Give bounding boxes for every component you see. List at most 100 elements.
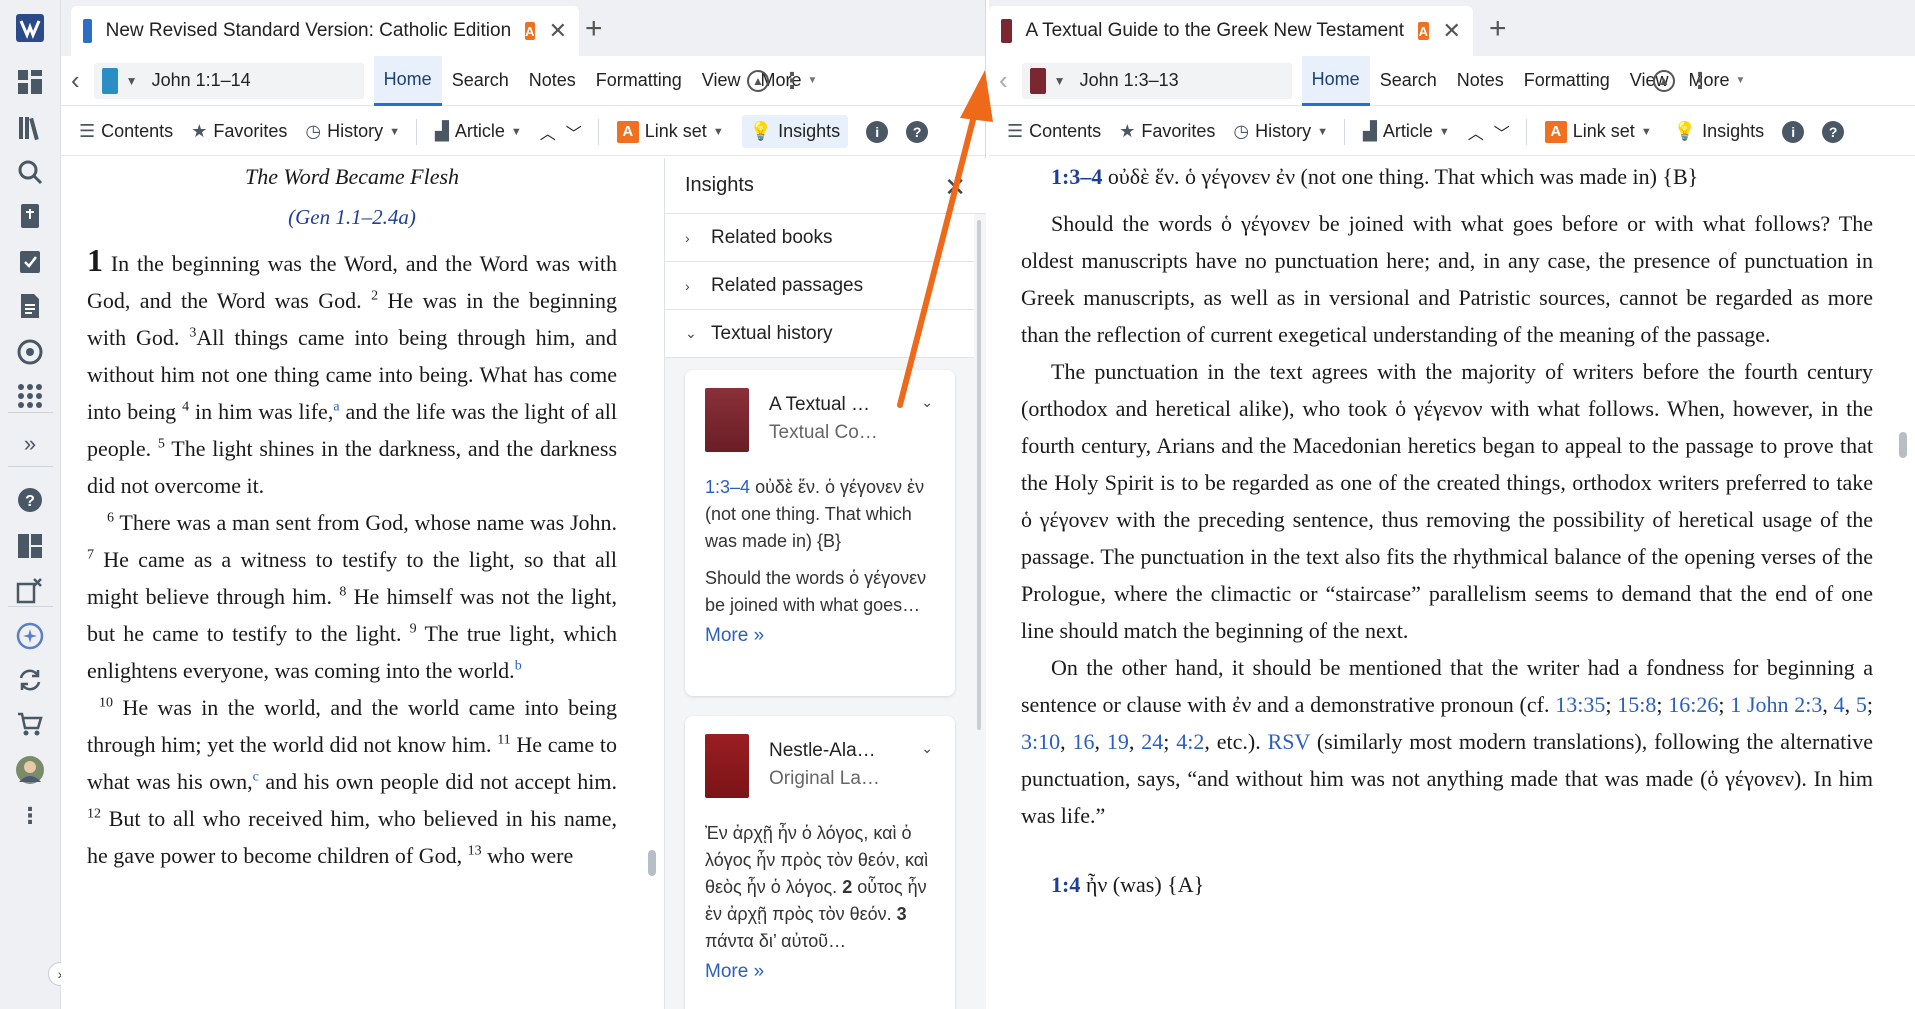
textual-history-section[interactable]: ⌄ Textual history <box>665 310 974 358</box>
tab-textual-guide[interactable]: A Textual Guide to the Greek New Testame… <box>989 6 1473 56</box>
contents-button[interactable]: ☰ Contents <box>1007 121 1101 142</box>
contents-button[interactable]: ☰ Contents <box>79 121 173 142</box>
help-icon[interactable]: ? <box>906 120 929 143</box>
expand-icon[interactable]: » <box>14 428 46 460</box>
ai-icon[interactable] <box>14 620 46 652</box>
history-button[interactable]: ◷ History ▼ <box>1233 121 1328 142</box>
scripture-link[interactable]: 15:8 <box>1617 692 1656 717</box>
chevron-down-icon[interactable]: ⌄ <box>921 740 933 757</box>
footnote-marker[interactable]: b <box>515 659 522 674</box>
chevron-down-icon[interactable]: ⌄ <box>921 394 933 411</box>
cross-reference-link[interactable]: (Gen 1.1–2.4a) <box>87 199 617 236</box>
insights-button[interactable]: 💡 Insights <box>1674 121 1764 142</box>
cart-icon[interactable] <box>14 708 46 740</box>
panel-menu-icon[interactable]: ⋮ <box>1689 68 1711 94</box>
scripture-link[interactable]: 13:35 <box>1555 692 1605 717</box>
link-set-button[interactable]: A Link set ▼ <box>1544 120 1652 143</box>
close-tab-icon[interactable]: ✕ <box>1443 18 1461 44</box>
panel-menu-icon[interactable]: ⋮ <box>781 68 803 94</box>
logo-icon[interactable] <box>14 12 46 44</box>
card-reference-link[interactable]: 1:3–4 <box>705 477 750 497</box>
more-vertical-icon[interactable]: ⋮ <box>14 800 46 832</box>
related-passages-section[interactable]: › Related passages <box>665 262 974 310</box>
lemma-reference[interactable]: 1:4 <box>1051 872 1080 897</box>
footnote-marker[interactable]: c <box>253 770 259 785</box>
sync-icon[interactable] <box>14 664 46 696</box>
scripture-link[interactable]: 3:10 <box>1021 729 1060 754</box>
history-button[interactable]: ◷ History ▼ <box>305 121 400 142</box>
chevron-down-icon[interactable]: ▼ <box>1054 74 1066 88</box>
next-article-icon[interactable]: ﹀ <box>566 120 582 144</box>
more-link[interactable]: More » <box>705 625 937 647</box>
chevron-down-icon[interactable]: ▼ <box>126 74 138 88</box>
checklist-icon[interactable] <box>14 246 46 278</box>
back-icon[interactable]: ‹ <box>999 65 1008 96</box>
scripture-link[interactable]: 4:2 <box>1176 729 1204 754</box>
link-set-button[interactable]: A Link set ▼ <box>616 120 724 143</box>
close-insights-icon[interactable]: ✕ <box>944 172 966 203</box>
library-icon[interactable] <box>14 112 46 144</box>
reference-input[interactable]: John 1:3–13 <box>1080 70 1179 91</box>
help-icon[interactable]: ? <box>1822 120 1845 143</box>
scrollbar-thumb[interactable] <box>1899 432 1907 458</box>
add-tab-icon[interactable]: + <box>1489 12 1507 46</box>
close-panels-icon[interactable] <box>14 574 46 606</box>
favorites-button[interactable]: ★ Favorites <box>1119 121 1215 142</box>
paragraph: 1 In the beginning was the Word, and the… <box>87 242 617 504</box>
link-set-badge[interactable]: A <box>525 22 535 40</box>
scroll-up-icon[interactable]: ▲ <box>1653 69 1675 92</box>
tab-home[interactable]: Home <box>1301 55 1370 106</box>
scripture-link[interactable]: 1 John 2:3 <box>1730 692 1822 717</box>
layers-icon[interactable] <box>14 336 46 368</box>
article-button[interactable]: ▟ Article ▼ <box>435 121 522 142</box>
next-article-icon[interactable]: ﹀ <box>1494 120 1510 144</box>
apps-icon[interactable] <box>14 380 46 412</box>
tab-home[interactable]: Home <box>373 55 442 106</box>
back-icon[interactable]: ‹ <box>71 65 80 96</box>
close-tab-icon[interactable]: ✕ <box>549 18 567 44</box>
link-set-badge[interactable]: A <box>1418 22 1429 40</box>
dashboard-icon[interactable] <box>14 66 46 98</box>
reference-box[interactable]: ▼ John 1:1–14 <box>93 62 364 99</box>
reference-box[interactable]: ▼ John 1:3–13 <box>1021 62 1292 99</box>
info-icon[interactable]: i <box>866 120 889 143</box>
insight-card[interactable]: Nestle-Ala… Original La… ⌄ Ἐν ἀρχῇ ἦν ὁ … <box>685 716 955 1009</box>
bible-icon[interactable] <box>14 200 46 232</box>
previous-article-icon[interactable]: ︿ <box>1468 120 1484 144</box>
tab-search[interactable]: Search <box>1370 56 1447 106</box>
add-tab-icon[interactable]: + <box>585 12 603 46</box>
insights-scrollbar[interactable] <box>977 220 981 730</box>
article-button[interactable]: ▟ Article ▼ <box>1363 121 1450 142</box>
more-link[interactable]: More » <box>705 961 937 983</box>
info-icon[interactable]: i <box>1782 120 1805 143</box>
insights-button[interactable]: 💡 Insights <box>741 115 849 148</box>
tab-notes[interactable]: Notes <box>1447 56 1514 106</box>
scripture-link[interactable]: 19 <box>1107 729 1129 754</box>
layouts-icon[interactable] <box>14 530 46 562</box>
search-icon[interactable] <box>14 156 46 188</box>
tab-search[interactable]: Search <box>442 56 519 106</box>
scrollbar-thumb[interactable] <box>648 850 656 876</box>
tab-formatting[interactable]: Formatting <box>1514 56 1620 106</box>
previous-article-icon[interactable]: ︿ <box>540 120 556 144</box>
tab-notes[interactable]: Notes <box>519 56 586 106</box>
related-books-section[interactable]: › Related books <box>665 214 974 262</box>
footnote-marker[interactable]: a <box>333 400 339 415</box>
document-icon[interactable] <box>14 290 46 322</box>
reference-input[interactable]: John 1:1–14 <box>152 70 251 91</box>
favorites-button[interactable]: ★ Favorites <box>191 121 287 142</box>
lemma-reference[interactable]: 1:3–4 <box>1051 164 1102 189</box>
tab-view[interactable]: View <box>692 56 751 106</box>
help-icon[interactable]: ? <box>14 484 46 516</box>
scripture-link[interactable]: 24 <box>1141 729 1163 754</box>
insight-card[interactable]: A Textual … Textual Co… ⌄ 1:3–4 οὐδὲ ἕν.… <box>685 370 955 696</box>
scripture-link[interactable]: 4 <box>1834 692 1845 717</box>
scripture-link[interactable]: 16:26 <box>1668 692 1718 717</box>
scripture-link[interactable]: 16 <box>1073 729 1095 754</box>
scripture-link[interactable]: 5 <box>1856 692 1867 717</box>
scroll-up-icon[interactable]: ▲ <box>747 69 769 92</box>
version-link[interactable]: RSV <box>1268 729 1310 754</box>
tab-formatting[interactable]: Formatting <box>586 56 692 106</box>
tab-nrsvce[interactable]: New Revised Standard Version: Catholic E… <box>71 6 579 56</box>
avatar[interactable] <box>14 754 46 786</box>
